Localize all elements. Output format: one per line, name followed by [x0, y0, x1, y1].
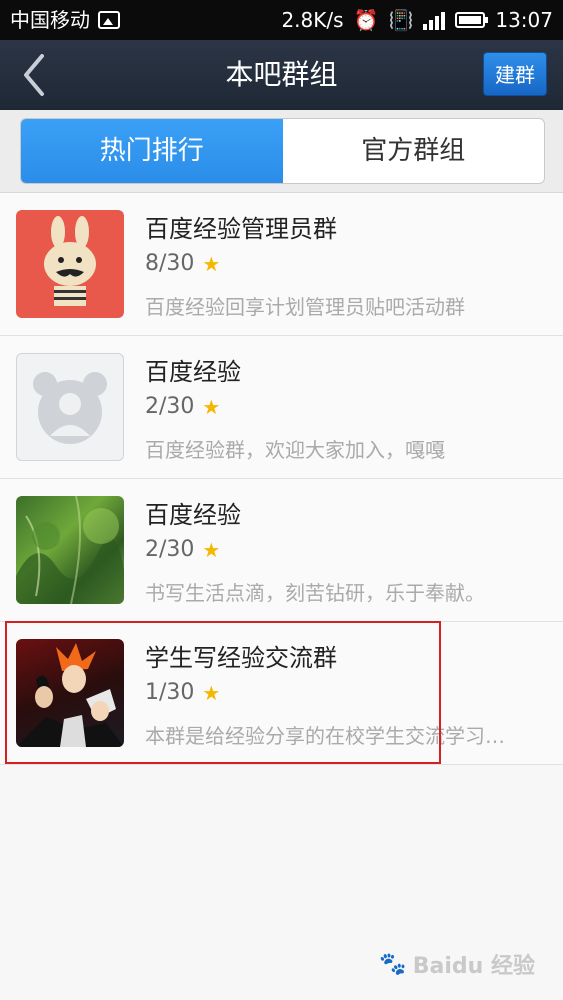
alarm-icon: ⏰ — [353, 8, 379, 32]
group-list: 百度经验管理员群 8/30 ★ 百度经验回享计划管理员贴吧活动群 百度经验 2/… — [0, 193, 563, 765]
watermark: 🐾 Baidu 经验 — [379, 948, 535, 980]
tab-bar: 热门排行 官方群组 — [0, 110, 563, 193]
default-avatar — [16, 353, 124, 461]
member-count-value: 1/30 — [145, 680, 195, 705]
title-bar: 本吧群组 建群 — [0, 40, 563, 110]
member-count: 2/30 ★ — [145, 537, 220, 562]
star-icon: ★ — [202, 251, 221, 276]
member-count: 8/30 ★ — [145, 251, 220, 276]
battery-icon — [455, 12, 489, 28]
rabbit-avatar — [16, 210, 124, 318]
signal-icon — [423, 10, 446, 30]
group-list-item[interactable]: 百度经验管理员群 8/30 ★ 百度经验回享计划管理员贴吧活动群 — [0, 193, 563, 336]
group-description: 书写生活点滴，刻苦钻研，乐于奉献。 — [145, 581, 485, 605]
paw-icon: 🐾 — [379, 951, 407, 977]
group-name: 百度经验 — [145, 501, 241, 529]
vibrate-icon: 📳 — [388, 8, 414, 32]
create-group-button[interactable]: 建群 — [483, 52, 547, 96]
group-list-item[interactable]: 学生写经验交流群 1/30 ★ 本群是给经验分享的在校学生交流学习… — [0, 622, 563, 765]
carrier-label: 中国移动 — [10, 8, 90, 32]
member-count: 1/30 ★ — [145, 680, 220, 705]
star-icon: ★ — [202, 680, 221, 705]
member-count-value: 2/30 — [145, 394, 195, 419]
tab-official-groups[interactable]: 官方群组 — [283, 119, 545, 183]
clock: 13:07 — [495, 8, 553, 32]
tab-popular-ranking[interactable]: 热门排行 — [21, 119, 283, 183]
anime-photo — [16, 639, 124, 747]
status-bar: 中国移动 2.8K/s ⏰ 📳 13:07 — [0, 0, 563, 40]
member-count-value: 2/30 — [145, 537, 195, 562]
star-icon: ★ — [202, 537, 221, 562]
network-speed: 2.8K/s — [281, 8, 344, 32]
watermark-text: Baidu 经验 — [412, 954, 535, 979]
segmented-tabs: 热门排行 官方群组 — [20, 118, 545, 184]
member-count: 2/30 ★ — [145, 394, 220, 419]
star-icon: ★ — [202, 394, 221, 419]
group-name: 百度经验管理员群 — [145, 215, 337, 243]
group-description: 百度经验回享计划管理员贴吧活动群 — [145, 295, 465, 319]
group-name: 百度经验 — [145, 358, 241, 386]
picture-notification-icon — [98, 11, 120, 29]
group-list-item[interactable]: 百度经验 2/30 ★ 书写生活点滴，刻苦钻研，乐于奉献。 — [0, 479, 563, 622]
group-list-item[interactable]: 百度经验 2/30 ★ 百度经验群，欢迎大家加入，嘎嘎 — [0, 336, 563, 479]
forest-photo — [16, 496, 124, 604]
member-count-value: 8/30 — [145, 251, 195, 276]
group-name: 学生写经验交流群 — [145, 644, 337, 672]
group-description: 本群是给经验分享的在校学生交流学习… — [145, 724, 505, 748]
group-description: 百度经验群，欢迎大家加入，嘎嘎 — [145, 438, 445, 462]
page-title: 本吧群组 — [225, 58, 338, 91]
